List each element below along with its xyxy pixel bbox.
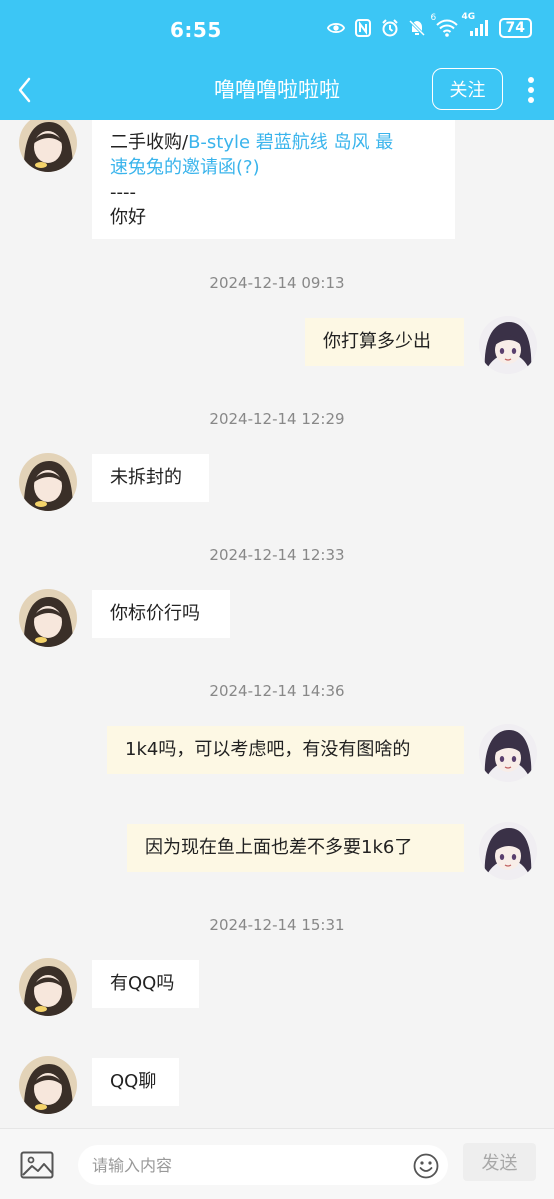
- emoji-button[interactable]: [413, 1153, 439, 1179]
- wifi-badge: 6: [430, 13, 437, 23]
- status-time: 6:55: [170, 18, 222, 42]
- product-link[interactable]: B-style 碧蓝航线 岛风 最: [188, 132, 393, 153]
- message-bubble-incoming[interactable]: 未拆封的: [92, 454, 209, 502]
- avatar-self[interactable]: [479, 822, 537, 880]
- image-icon: [20, 1151, 54, 1179]
- avatar[interactable]: [19, 120, 77, 172]
- product-link[interactable]: 速兔兔的邀请函(?): [110, 157, 260, 178]
- message-input-bar: 发送: [0, 1128, 554, 1199]
- chat-header: 噜噜噜啦啦啦 关注: [0, 60, 554, 120]
- message-text: 有QQ吗: [110, 973, 175, 994]
- signal-icon: 4G: [462, 12, 490, 37]
- avatar[interactable]: [19, 589, 77, 647]
- message-bubble-outgoing[interactable]: 因为现在鱼上面也差不多要1k6了: [127, 824, 464, 872]
- message-bubble-outgoing[interactable]: 你打算多少出: [305, 318, 464, 366]
- message-text: QQ聊: [110, 1071, 157, 1092]
- divider-text: ----: [110, 182, 136, 203]
- emoji-icon: [413, 1153, 439, 1179]
- message-text: 你打算多少出: [323, 331, 431, 352]
- status-icons: 6 4G 74: [326, 12, 532, 38]
- send-button[interactable]: 发送: [463, 1143, 536, 1181]
- product-title-line: 二手收购/B-style 碧蓝航线 岛风 最: [110, 130, 437, 155]
- follow-button[interactable]: 关注: [432, 68, 503, 110]
- timestamp: 2024-12-14 14:36: [209, 682, 345, 700]
- message-bubble-incoming[interactable]: 有QQ吗: [92, 960, 199, 1008]
- timestamp: 2024-12-14 15:31: [209, 916, 345, 934]
- eye-icon: [326, 19, 345, 37]
- avatar[interactable]: [19, 958, 77, 1016]
- battery-indicator: 74: [498, 18, 532, 38]
- message-text: 1k4吗，可以考虑吧，有没有图啥的: [125, 739, 411, 760]
- message-text: 你标价行吗: [110, 603, 200, 624]
- message-input[interactable]: [78, 1145, 448, 1185]
- message-bubble-incoming[interactable]: 二手收购/B-style 碧蓝航线 岛风 最 速兔兔的邀请函(?) ---- 你…: [92, 120, 455, 239]
- message-bubble-incoming[interactable]: 你标价行吗: [92, 590, 230, 638]
- message-bubble-incoming[interactable]: QQ聊: [92, 1058, 179, 1106]
- avatar[interactable]: [19, 1056, 77, 1114]
- mute-bell-icon: [408, 19, 426, 37]
- message-list[interactable]: 二手收购/B-style 碧蓝航线 岛风 最 速兔兔的邀请函(?) ---- 你…: [0, 120, 554, 1128]
- avatar[interactable]: [19, 453, 77, 511]
- status-bar: 6:55 6 4G 74: [0, 0, 554, 60]
- alarm-icon: [381, 19, 399, 37]
- message-text: 因为现在鱼上面也差不多要1k6了: [145, 837, 413, 858]
- image-picker-button[interactable]: [20, 1151, 54, 1179]
- timestamp: 2024-12-14 09:13: [209, 274, 345, 292]
- message-bubble-outgoing[interactable]: 1k4吗，可以考虑吧，有没有图啥的: [107, 726, 464, 774]
- network-label: 4G: [461, 12, 476, 22]
- more-vertical-icon[interactable]: [522, 73, 540, 107]
- message-text: 你好: [110, 207, 146, 228]
- timestamp: 2024-12-14 12:29: [209, 410, 345, 428]
- timestamp: 2024-12-14 12:33: [209, 546, 345, 564]
- product-category: 二手收购/: [110, 132, 189, 153]
- message-text: 未拆封的: [110, 467, 182, 488]
- nfc-icon: [354, 19, 372, 37]
- product-title-line: 速兔兔的邀请函(?): [110, 155, 437, 180]
- wifi-icon: 6: [431, 13, 459, 37]
- avatar-self[interactable]: [479, 316, 537, 374]
- avatar-self[interactable]: [479, 724, 537, 782]
